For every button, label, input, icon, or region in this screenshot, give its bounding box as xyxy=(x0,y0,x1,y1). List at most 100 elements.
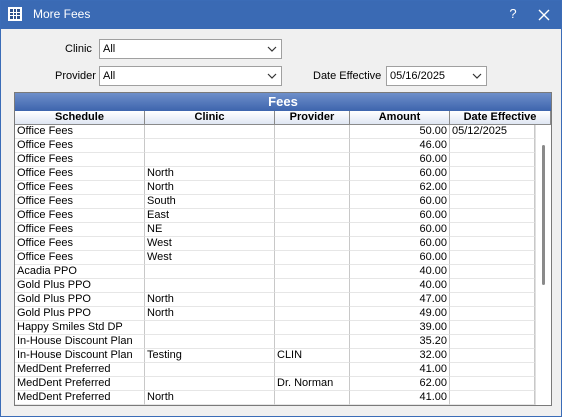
provider-cell xyxy=(275,279,350,293)
table-row[interactable]: Office Fees South 60.00 xyxy=(15,195,535,209)
schedule-cell: Office Fees xyxy=(15,209,145,223)
clinic-cell: West xyxy=(145,237,275,251)
provider-cell xyxy=(275,139,350,153)
provider-cell xyxy=(275,391,350,405)
table-row[interactable]: MedDent Preferred 41.00 xyxy=(15,363,535,377)
amount-cell: 46.00 xyxy=(350,139,450,153)
date-effective-cell xyxy=(450,335,535,349)
clinic-cell: North xyxy=(145,293,275,307)
clinic-cell xyxy=(145,125,275,139)
provider-select[interactable]: All xyxy=(99,66,282,86)
amount-cell: 39.00 xyxy=(350,321,450,335)
schedule-cell: Office Fees xyxy=(15,125,145,139)
column-header-provider[interactable]: Provider xyxy=(275,111,350,125)
table-row[interactable]: Gold Plus PPO North 49.00 xyxy=(15,307,535,321)
table-row[interactable]: Happy Smiles Std DP 39.00 xyxy=(15,321,535,335)
date-effective-cell xyxy=(450,377,535,391)
clinic-label: Clinic xyxy=(65,43,92,55)
clinic-cell xyxy=(145,279,275,293)
amount-cell: 47.00 xyxy=(350,293,450,307)
provider-cell xyxy=(275,251,350,265)
table-row[interactable]: Office Fees North 60.00 xyxy=(15,167,535,181)
chevron-down-icon xyxy=(472,73,482,79)
more-fees-window: More Fees ? Clinic All Provider All Date… xyxy=(0,0,562,417)
date-effective-cell xyxy=(450,181,535,195)
date-effective-cell xyxy=(450,279,535,293)
date-effective-cell xyxy=(450,251,535,265)
date-effective-cell xyxy=(450,195,535,209)
column-header-schedule[interactable]: Schedule xyxy=(15,111,145,125)
table-row[interactable]: Office Fees 50.00 05/12/2025 xyxy=(15,125,535,139)
table-row[interactable]: Gold Plus PPO North 47.00 xyxy=(15,293,535,307)
table-row[interactable]: Office Fees East 60.00 xyxy=(15,209,535,223)
fees-rows: Office Fees 50.00 05/12/2025 Office Fees 46.… xyxy=(15,125,535,405)
date-effective-cell xyxy=(450,237,535,251)
chevron-down-icon xyxy=(267,73,277,79)
scrollbar-thumb[interactable] xyxy=(542,145,545,285)
schedule-cell: Office Fees xyxy=(15,251,145,265)
amount-cell: 60.00 xyxy=(350,153,450,167)
date-effective-cell xyxy=(450,153,535,167)
column-header-clinic[interactable]: Clinic xyxy=(145,111,275,125)
schedule-cell: Office Fees xyxy=(15,153,145,167)
table-row[interactable]: Office Fees West 60.00 xyxy=(15,251,535,265)
table-row[interactable]: Office Fees 46.00 xyxy=(15,139,535,153)
amount-cell: 40.00 xyxy=(350,279,450,293)
provider-cell xyxy=(275,195,350,209)
provider-cell xyxy=(275,363,350,377)
fees-grid: Fees Schedule Clinic Provider Amount Dat… xyxy=(14,92,552,406)
table-row[interactable]: Office Fees North 62.00 xyxy=(15,181,535,195)
table-row[interactable]: Office Fees West 60.00 xyxy=(15,237,535,251)
schedule-cell: MedDent Preferred xyxy=(15,377,145,391)
provider-label: Provider xyxy=(55,70,96,82)
vertical-scrollbar[interactable] xyxy=(535,125,551,405)
amount-cell: 62.00 xyxy=(350,377,450,391)
amount-cell: 40.00 xyxy=(350,265,450,279)
amount-cell: 60.00 xyxy=(350,209,450,223)
clinic-cell: Testing xyxy=(145,349,275,363)
date-effective-cell xyxy=(450,209,535,223)
table-row[interactable]: MedDent Preferred North 41.00 xyxy=(15,391,535,405)
provider-cell xyxy=(275,181,350,195)
table-row[interactable]: Office Fees 60.00 xyxy=(15,153,535,167)
table-row[interactable]: Gold Plus PPO 40.00 xyxy=(15,279,535,293)
table-row[interactable]: In-House Discount Plan 35.20 xyxy=(15,335,535,349)
provider-cell xyxy=(275,237,350,251)
date-effective-cell xyxy=(450,321,535,335)
column-header-date-effective[interactable]: Date Effective xyxy=(450,111,551,125)
amount-cell: 60.00 xyxy=(350,251,450,265)
chevron-down-icon xyxy=(267,46,277,52)
clinic-cell: North xyxy=(145,181,275,195)
clinic-select[interactable]: All xyxy=(99,39,282,59)
provider-cell xyxy=(275,265,350,279)
amount-cell: 62.00 xyxy=(350,181,450,195)
table-row[interactable]: Acadia PPO 40.00 xyxy=(15,265,535,279)
window-title: More Fees xyxy=(33,7,91,21)
schedule-cell: Happy Smiles Std DP xyxy=(15,321,145,335)
help-button[interactable]: ? xyxy=(505,6,521,22)
close-button[interactable] xyxy=(534,5,554,25)
table-row[interactable]: In-House Discount Plan Testing CLIN 32.00 xyxy=(15,349,535,363)
amount-cell: 60.00 xyxy=(350,195,450,209)
date-effective-value: 05/16/2025 xyxy=(390,70,446,82)
amount-cell: 60.00 xyxy=(350,237,450,251)
table-row[interactable]: MedDent Preferred Dr. Norman 62.00 xyxy=(15,377,535,391)
provider-cell xyxy=(275,307,350,321)
provider-cell: Dr. Norman xyxy=(275,377,350,391)
provider-cell xyxy=(275,209,350,223)
schedule-cell: Gold Plus PPO xyxy=(15,279,145,293)
schedule-cell: Office Fees xyxy=(15,237,145,251)
clinic-cell: North xyxy=(145,167,275,181)
date-effective-picker[interactable]: 05/16/2025 xyxy=(386,66,487,86)
schedule-cell: Office Fees xyxy=(15,181,145,195)
schedule-cell: MedDent Preferred xyxy=(15,391,145,405)
schedule-cell: Office Fees xyxy=(15,139,145,153)
date-effective-label: Date Effective xyxy=(313,70,382,82)
date-effective-cell: 05/12/2025 xyxy=(450,125,535,139)
table-row[interactable]: Office Fees NE 60.00 xyxy=(15,223,535,237)
clinic-cell: North xyxy=(145,391,275,405)
amount-cell: 32.00 xyxy=(350,349,450,363)
provider-cell xyxy=(275,293,350,307)
column-header-amount[interactable]: Amount xyxy=(350,111,450,125)
schedule-cell: Office Fees xyxy=(15,167,145,181)
